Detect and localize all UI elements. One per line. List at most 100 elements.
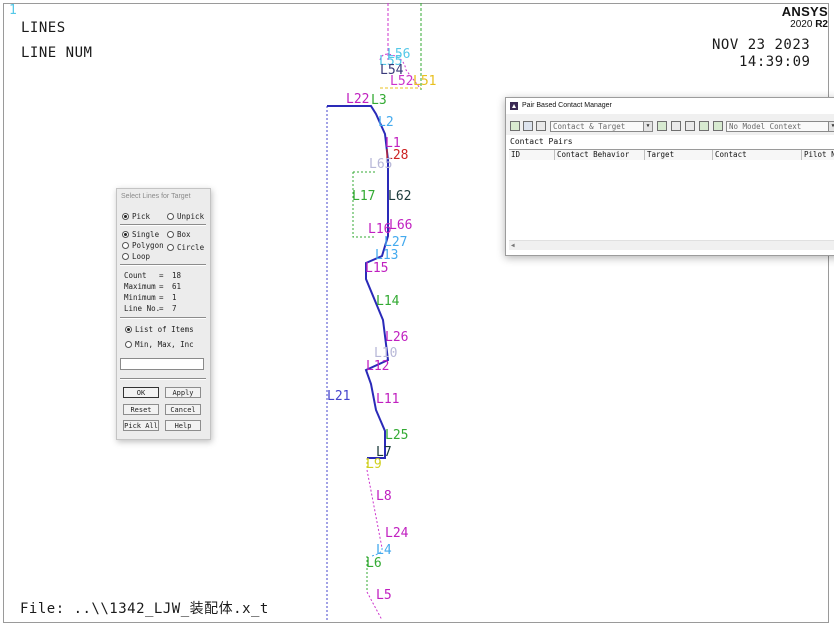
label-l51: L51: [413, 74, 437, 89]
radio-loop-indicator: [122, 253, 129, 260]
chevron-down-icon: ▼: [828, 122, 834, 131]
label-l15: L15: [365, 261, 389, 276]
label-l17: L17: [352, 189, 376, 204]
label-l66: L66: [389, 218, 413, 233]
maximum-readout: Maximum = 61: [124, 282, 181, 291]
label-l52: L52: [390, 74, 414, 89]
window-titlebar[interactable]: Pair Based Contact Manager: [506, 98, 834, 114]
contact-target-dropdown[interactable]: Contact & Target ▼: [550, 121, 653, 132]
lineno-label: Line No.: [124, 304, 161, 313]
radio-unpick[interactable]: Unpick: [167, 212, 204, 221]
equals-sign: =: [159, 271, 164, 280]
radio-list-of-items[interactable]: List of Items: [125, 325, 194, 334]
radio-circle-indicator: [167, 244, 174, 251]
geometry-icon[interactable]: [699, 121, 709, 131]
radio-polygon[interactable]: Polygon: [122, 241, 164, 250]
label-l8: L8: [376, 489, 392, 504]
ansys-app-icon: [510, 102, 518, 110]
radio-unpick-indicator: [167, 213, 174, 220]
radio-pick-indicator: [122, 213, 129, 220]
equals-sign: =: [159, 282, 164, 291]
label-l5: L5: [376, 588, 392, 603]
column-pilot-node[interactable]: Pilot Node: [801, 150, 834, 160]
count-value: 18: [172, 271, 182, 280]
radio-polygon-label: Polygon: [132, 241, 164, 250]
equals-sign: =: [159, 293, 164, 302]
ok-button[interactable]: OK: [123, 387, 159, 398]
radio-loop[interactable]: Loop: [122, 252, 150, 261]
divider: [120, 378, 206, 380]
contact-pairs-list[interactable]: [509, 160, 834, 240]
radio-pick[interactable]: Pick: [122, 212, 150, 221]
label-l6: L6: [366, 556, 382, 571]
chevron-down-icon: ▼: [643, 122, 652, 131]
apply-button[interactable]: Apply: [165, 387, 201, 398]
label-l24: L24: [385, 526, 409, 541]
radio-minmax-indicator: [125, 341, 132, 348]
horizontal-scrollbar[interactable]: ◀: [509, 240, 834, 250]
label-l26: L26: [385, 330, 409, 345]
model-context-value: No Model Context: [729, 122, 802, 131]
maximum-label: Maximum: [124, 282, 156, 291]
radio-minmax-label: Min, Max, Inc: [135, 340, 194, 349]
radio-box-indicator: [167, 231, 174, 238]
divider: [120, 264, 206, 266]
flip-icon[interactable]: [671, 121, 681, 131]
window-title: Pair Based Contact Manager: [522, 102, 612, 109]
scroll-left-icon[interactable]: ◀: [511, 241, 515, 250]
edit-icon[interactable]: [523, 121, 533, 131]
label-l2: L2: [378, 115, 394, 130]
plot-icon[interactable]: [657, 121, 667, 131]
dialog-title: Select Lines for Target: [121, 193, 191, 200]
radio-circle-label: Circle: [177, 243, 205, 252]
label-l21: L21: [327, 389, 351, 404]
divider: [120, 224, 206, 226]
model-context-dropdown[interactable]: No Model Context ▼: [726, 121, 834, 132]
item-entry-field[interactable]: [120, 358, 204, 370]
maximum-value: 61: [172, 282, 182, 291]
minimum-value: 1: [172, 293, 177, 302]
list-icon[interactable]: [713, 121, 723, 131]
minimum-readout: Minimum = 1: [124, 293, 177, 302]
toolbar: Contact & Target ▼ No Model Context ▼: [506, 118, 834, 135]
contact-target-value: Contact & Target: [553, 122, 626, 131]
label-l65: L65: [369, 157, 393, 172]
minimum-label: Minimum: [124, 293, 156, 302]
equals-sign: =: [159, 304, 164, 313]
label-l62: L62: [388, 189, 412, 204]
reset-button[interactable]: Reset: [123, 404, 159, 415]
column-contact[interactable]: Contact: [712, 150, 803, 160]
help-button[interactable]: Help: [165, 420, 201, 431]
radio-single[interactable]: Single: [122, 230, 159, 239]
radio-loop-label: Loop: [132, 252, 151, 261]
delete-icon[interactable]: [536, 121, 546, 131]
label-l11: L11: [376, 392, 400, 407]
label-l12: L12: [366, 359, 390, 374]
count-readout: Count = 18: [124, 271, 181, 280]
column-target[interactable]: Target: [644, 150, 712, 160]
count-label: Count: [124, 271, 147, 280]
pick-all-button[interactable]: Pick All: [123, 420, 159, 431]
radio-list-indicator: [125, 326, 132, 333]
contact-manager-window: Pair Based Contact Manager Contact & Tar…: [505, 97, 834, 256]
label-l14: L14: [376, 294, 400, 309]
radio-min-max-inc[interactable]: Min, Max, Inc: [125, 340, 194, 349]
lineno-readout: Line No.= 7: [124, 304, 177, 313]
radio-box[interactable]: Box: [167, 230, 191, 239]
radio-circle[interactable]: Circle: [167, 243, 204, 252]
radio-single-label: Single: [132, 230, 160, 239]
radio-polygon-indicator: [122, 242, 129, 249]
line-l8: [366, 469, 383, 549]
radio-pick-label: Pick: [132, 212, 151, 221]
contact-pairs-heading: Contact Pairs: [510, 137, 573, 146]
label-l9: L9: [366, 457, 382, 472]
column-id[interactable]: ID: [509, 150, 553, 160]
label-l22: L22: [346, 92, 370, 107]
cancel-button[interactable]: Cancel: [165, 404, 201, 415]
radio-unpick-label: Unpick: [177, 212, 205, 221]
column-contact-behavior[interactable]: Contact Behavior: [554, 150, 643, 160]
check-icon[interactable]: [685, 121, 695, 131]
radio-box-label: Box: [177, 230, 191, 239]
contact-wizard-icon[interactable]: [510, 121, 520, 131]
lineno-value: 7: [172, 304, 177, 313]
